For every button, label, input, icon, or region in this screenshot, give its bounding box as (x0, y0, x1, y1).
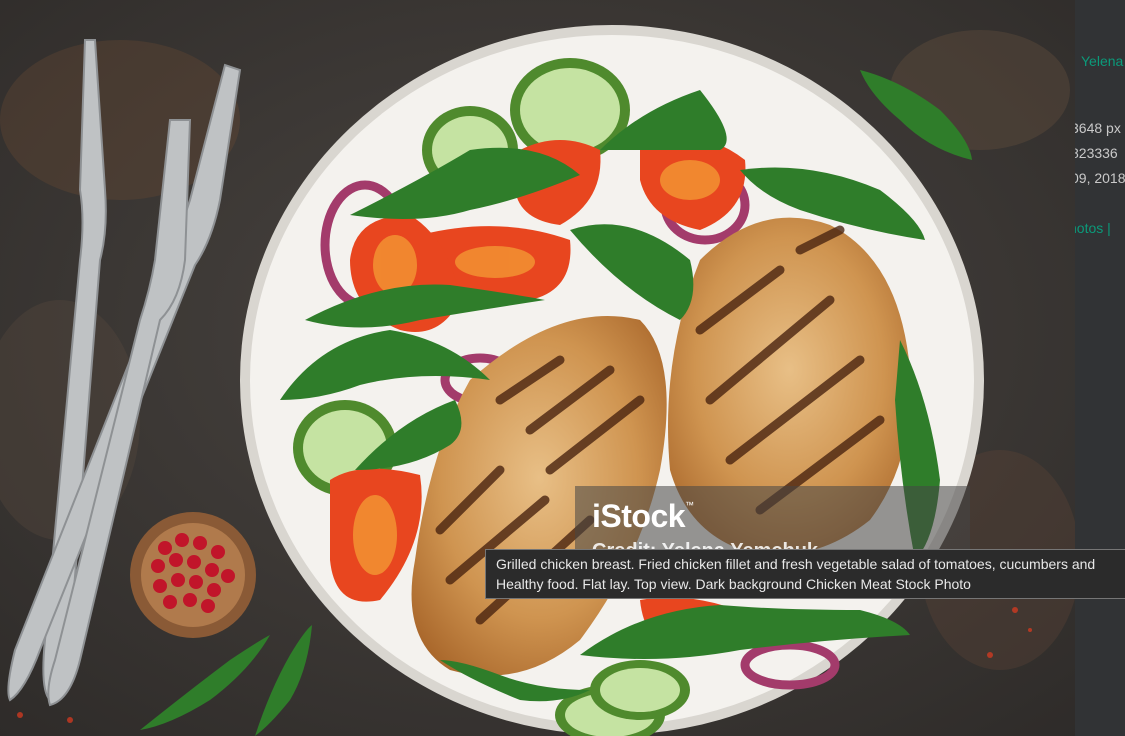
istock-watermark-logo: iStock™ (592, 498, 694, 535)
peppercorn-bowl (130, 512, 256, 638)
image-tooltip: Grilled chicken breast. Fried chicken fi… (485, 549, 1125, 599)
photos-link-label[interactable]: hotos (1075, 220, 1103, 236)
tooltip-line-2: Healthy food. Flat lay. Top view. Dark b… (496, 576, 971, 592)
link-separator: | (1107, 220, 1111, 236)
upload-date: 09, 2018 (1075, 170, 1125, 186)
tooltip-line-1: Grilled chicken breast. Fried chicken fi… (496, 556, 1096, 572)
trademark-symbol: ™ (685, 500, 694, 510)
photos-link[interactable]: hotos | (1075, 220, 1111, 236)
image-id: 823336 (1075, 145, 1118, 161)
image-details-panel: Yelena 3648 px 823336 09, 2018 hotos | (1075, 0, 1125, 736)
image-dimensions: 3648 px (1075, 120, 1121, 136)
watermark-logo-text: iStock (592, 498, 686, 534)
stock-photo-image (0, 0, 1075, 736)
author-link[interactable]: Yelena (1081, 53, 1123, 69)
stock-photo[interactable] (0, 0, 1075, 736)
